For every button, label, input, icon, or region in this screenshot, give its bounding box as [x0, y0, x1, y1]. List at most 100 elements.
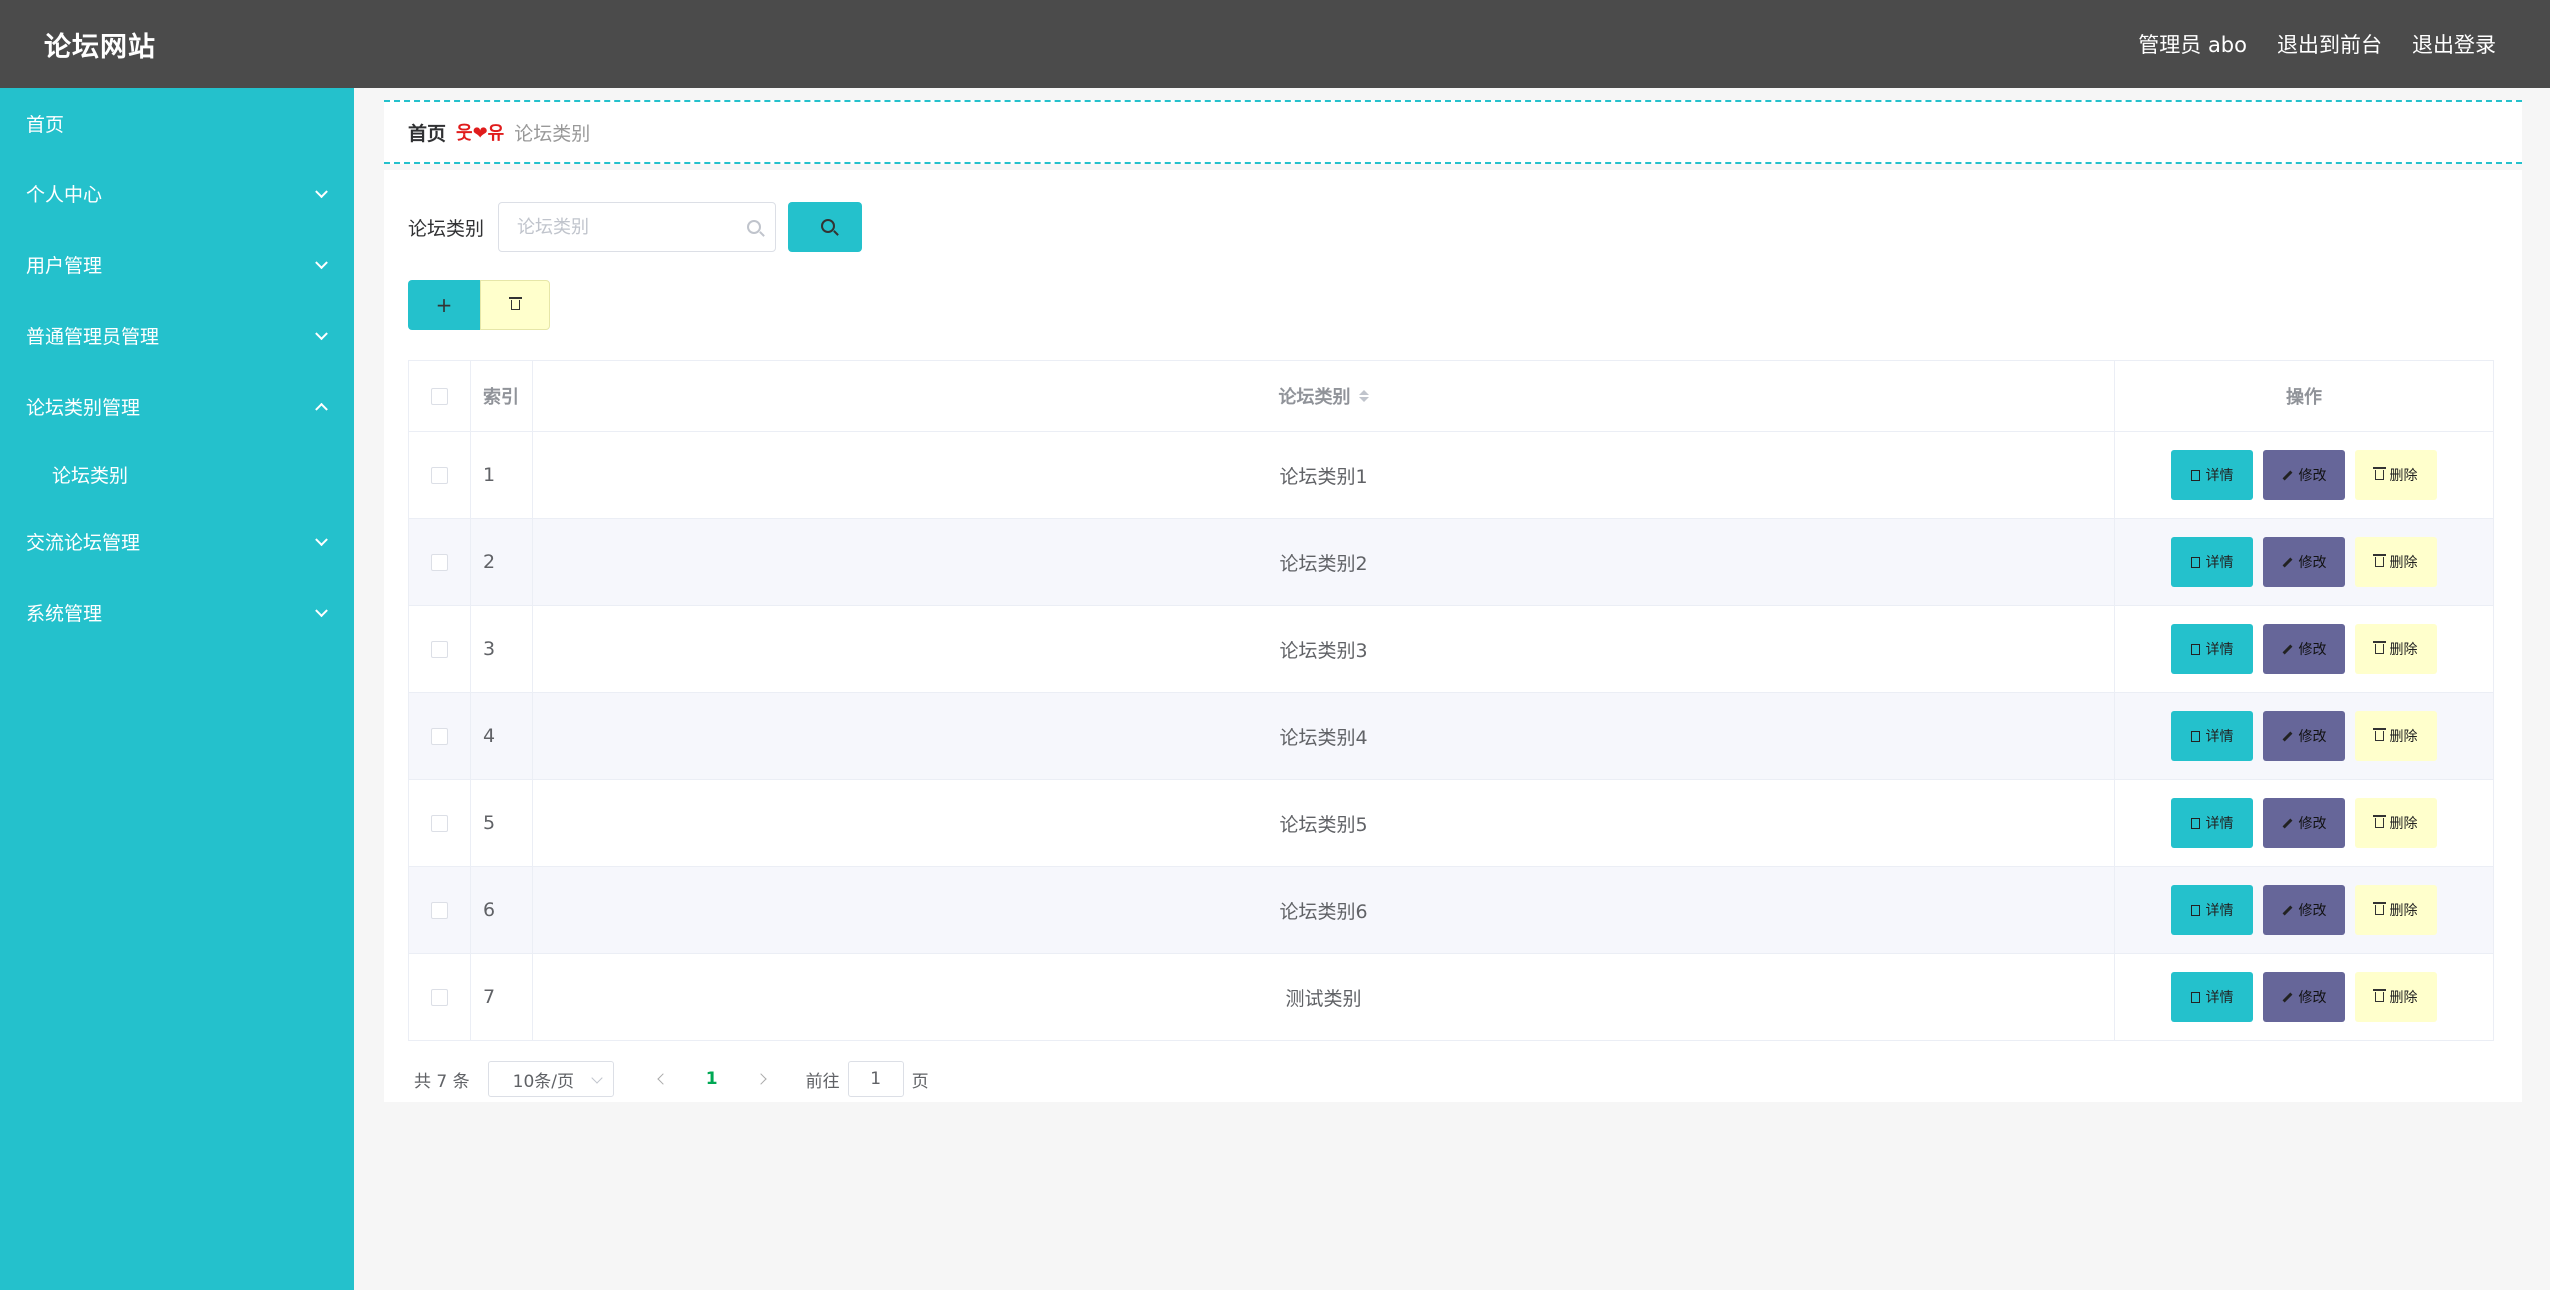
- pencil-icon: [2282, 818, 2292, 828]
- row-index: 5: [471, 780, 533, 866]
- chevron-down-icon: [315, 603, 328, 617]
- table-row: 1 论坛类别1 详情 修改 删除: [409, 431, 2493, 518]
- row-checkbox[interactable]: [431, 640, 448, 658]
- edit-button[interactable]: 修改: [2263, 711, 2345, 761]
- row-actions: 详情 修改 删除: [2115, 432, 2493, 518]
- row-checkbox[interactable]: [431, 727, 448, 745]
- detail-button[interactable]: 详情: [2171, 624, 2253, 674]
- delete-button[interactable]: 删除: [2355, 885, 2437, 935]
- admin-user-label[interactable]: 管理员 abo: [2138, 29, 2247, 59]
- search-button[interactable]: [788, 202, 863, 252]
- detail-button[interactable]: 详情: [2171, 711, 2253, 761]
- table-row: 2 论坛类别2 详情 修改 删除: [409, 518, 2493, 605]
- row-index: 1: [471, 432, 533, 518]
- chevron-down-icon: [315, 326, 328, 340]
- document-icon: [2190, 817, 2200, 829]
- sidebar-item-label: 普通管理员管理: [26, 326, 160, 348]
- edit-button[interactable]: 修改: [2263, 624, 2345, 674]
- detail-button[interactable]: 详情: [2171, 450, 2253, 500]
- back-to-front-link[interactable]: 退出到前台: [2277, 29, 2382, 59]
- row-actions: 详情 修改 删除: [2115, 780, 2493, 866]
- sidebar-item-personal-center[interactable]: 个人中心: [0, 158, 354, 229]
- trash-icon: [2372, 641, 2386, 654]
- sidebar-item-label: 首页: [26, 113, 65, 136]
- row-checkbox-cell: [409, 606, 471, 692]
- edit-button[interactable]: 修改: [2263, 972, 2345, 1022]
- delete-button[interactable]: 删除: [2355, 711, 2437, 761]
- delete-label: 删除: [2389, 729, 2418, 745]
- detail-button[interactable]: 详情: [2171, 972, 2253, 1022]
- delete-button[interactable]: 删除: [2355, 537, 2437, 587]
- header-links: 管理员 abo 退出到前台 退出登录: [2138, 29, 2496, 59]
- edit-label: 修改: [2298, 642, 2327, 658]
- page-size-select[interactable]: 10条/页: [487, 1061, 614, 1097]
- sidebar-item-forum-category-management[interactable]: 论坛类别管理: [0, 371, 354, 442]
- sidebar-item-system-management[interactable]: 系统管理: [0, 577, 354, 648]
- pencil-icon: [2282, 644, 2292, 654]
- row-checkbox-cell: [409, 519, 471, 605]
- search-icon: [747, 220, 762, 234]
- detail-button[interactable]: 详情: [2171, 885, 2253, 935]
- delete-button[interactable]: 删除: [2355, 798, 2437, 848]
- detail-label: 详情: [2205, 990, 2234, 1006]
- select-all-checkbox[interactable]: [431, 387, 448, 405]
- edit-label: 修改: [2298, 468, 2327, 484]
- delete-button[interactable]: 删除: [2355, 624, 2437, 674]
- row-checkbox-cell: [409, 954, 471, 1040]
- search-input[interactable]: [517, 216, 728, 238]
- table-row: 4 论坛类别4 详情 修改 删除: [409, 692, 2493, 779]
- row-index: 4: [471, 693, 533, 779]
- sort-icon[interactable]: [1358, 390, 1369, 402]
- breadcrumb-home[interactable]: 首页: [408, 119, 446, 146]
- row-checkbox[interactable]: [431, 988, 448, 1006]
- edit-button[interactable]: 修改: [2263, 798, 2345, 848]
- goto-page-input[interactable]: [847, 1061, 904, 1097]
- row-category-name: 论坛类别4: [533, 693, 2115, 779]
- page-number-current[interactable]: 1: [688, 1069, 736, 1089]
- edit-button[interactable]: 修改: [2263, 885, 2345, 935]
- row-checkbox-cell: [409, 780, 471, 866]
- row-checkbox[interactable]: [431, 814, 448, 832]
- header-index: 索引: [471, 361, 533, 431]
- detail-button[interactable]: 详情: [2171, 537, 2253, 587]
- edit-button[interactable]: 修改: [2263, 537, 2345, 587]
- detail-label: 详情: [2205, 642, 2234, 658]
- prev-page-button[interactable]: [638, 1073, 688, 1085]
- next-page-button[interactable]: [736, 1073, 786, 1085]
- detail-button[interactable]: 详情: [2171, 798, 2253, 848]
- sidebar-item-label: 系统管理: [26, 603, 103, 625]
- logout-link[interactable]: 退出登录: [2412, 29, 2496, 59]
- delete-label: 删除: [2389, 642, 2418, 658]
- edit-button[interactable]: 修改: [2263, 450, 2345, 500]
- pencil-icon: [2282, 557, 2292, 567]
- row-category-name: 测试类别: [533, 954, 2115, 1040]
- edit-label: 修改: [2298, 816, 2327, 832]
- row-checkbox[interactable]: [431, 466, 448, 484]
- header-name[interactable]: 论坛类别: [533, 361, 2115, 431]
- detail-label: 详情: [2205, 816, 2234, 832]
- trash-icon: [2372, 815, 2386, 828]
- sidebar-item-forum-management[interactable]: 交流论坛管理: [0, 506, 354, 577]
- pencil-icon: [2282, 731, 2292, 741]
- search-label: 论坛类别: [408, 217, 485, 240]
- detail-label: 详情: [2205, 903, 2234, 919]
- row-category-name: 论坛类别6: [533, 867, 2115, 953]
- row-checkbox-cell: [409, 693, 471, 779]
- row-checkbox[interactable]: [431, 553, 448, 571]
- document-icon: [2190, 556, 2200, 568]
- row-category-name: 论坛类别2: [533, 519, 2115, 605]
- search-icon: [821, 219, 836, 233]
- sidebar-item-home[interactable]: 首页: [0, 88, 354, 158]
- batch-delete-button[interactable]: [480, 280, 550, 330]
- sidebar-item-admin-management[interactable]: 普通管理员管理: [0, 300, 354, 371]
- row-actions: 详情 修改 删除: [2115, 519, 2493, 605]
- sidebar-item-user-management[interactable]: 用户管理: [0, 229, 354, 300]
- trash-icon: [508, 297, 522, 310]
- sidebar-subitem-forum-category[interactable]: 论坛类别: [0, 442, 354, 506]
- add-button[interactable]: +: [408, 280, 480, 330]
- delete-button[interactable]: 删除: [2355, 450, 2437, 500]
- delete-button[interactable]: 删除: [2355, 972, 2437, 1022]
- site-brand: 论坛网站: [44, 31, 156, 63]
- row-checkbox[interactable]: [431, 901, 448, 919]
- row-actions: 详情 修改 删除: [2115, 606, 2493, 692]
